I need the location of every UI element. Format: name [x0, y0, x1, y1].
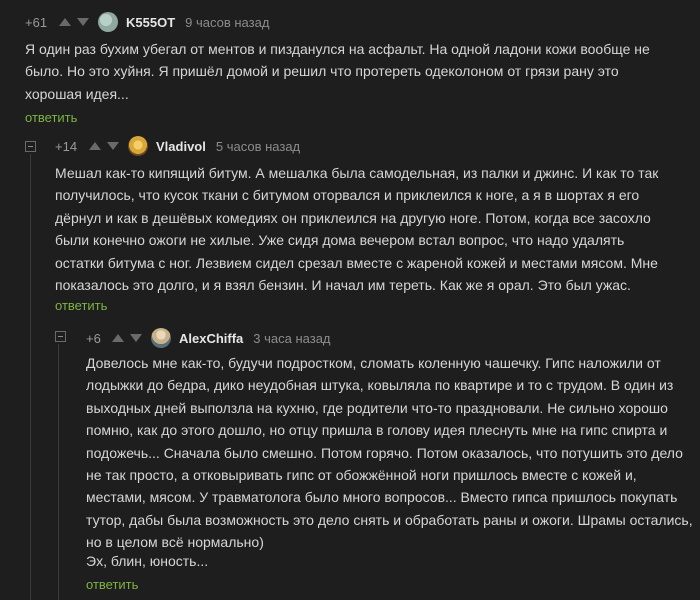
reply-button[interactable]: ответить [25, 110, 77, 125]
upvote-icon[interactable] [112, 334, 124, 342]
thread-line [30, 154, 31, 600]
avatar[interactable] [151, 328, 171, 348]
comment-rating: +61 [25, 14, 48, 30]
timestamp[interactable]: 9 часов назад [185, 15, 269, 30]
timestamp[interactable]: 5 часов назад [216, 139, 300, 154]
upvote-icon[interactable] [59, 18, 71, 26]
comment-text: Я один раз бухим убегал от ментов и пизд… [25, 41, 650, 102]
thread-line [58, 344, 59, 600]
collapse-button[interactable] [25, 141, 36, 152]
downvote-icon[interactable] [130, 334, 142, 342]
comment-text: Мешал как-то кипящий битум. А мешалка бы… [55, 165, 659, 294]
upvote-icon[interactable] [89, 142, 101, 150]
username[interactable]: AlexChiffa [179, 331, 243, 346]
comment-text-last-line: Эх, блин, юность... [86, 553, 209, 569]
reply-button[interactable]: ответить [86, 577, 138, 592]
comment-rating: +14 [55, 138, 78, 154]
comment-rating: +6 [86, 330, 101, 346]
avatar[interactable] [98, 12, 118, 32]
downvote-icon[interactable] [107, 142, 119, 150]
username[interactable]: Vladivol [156, 139, 206, 154]
avatar[interactable] [128, 136, 148, 156]
reply-button[interactable]: ответить [55, 298, 107, 313]
timestamp[interactable]: 3 часа назад [253, 331, 330, 346]
comment-header: +61 K555OT 9 часов назад [25, 12, 269, 32]
downvote-icon[interactable] [77, 18, 89, 26]
comment-header: +6 AlexChiffa 3 часа назад [86, 328, 331, 348]
comment-header: +14 Vladivol 5 часов назад [55, 136, 300, 156]
comment-text: Довелось мне как-то, будучи подростком, … [86, 355, 693, 551]
username[interactable]: K555OT [126, 15, 175, 30]
collapse-button[interactable] [55, 331, 66, 342]
